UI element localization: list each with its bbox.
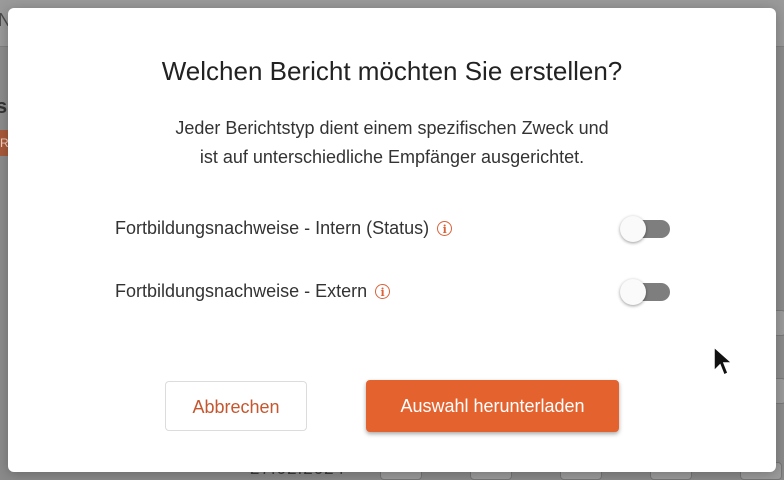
toggle-knob bbox=[620, 279, 646, 305]
report-dialog: Welchen Bericht möchten Sie erstellen? J… bbox=[8, 8, 776, 472]
cancel-button[interactable]: Abbrechen bbox=[165, 381, 307, 431]
toggle-intern[interactable] bbox=[620, 216, 670, 242]
background-text-fragment: s bbox=[0, 96, 8, 118]
info-icon[interactable]: i bbox=[437, 221, 453, 236]
report-option-label: Fortbildungsnachweise - Intern (Status) i bbox=[115, 218, 453, 239]
toggle-extern[interactable] bbox=[620, 279, 670, 305]
dialog-title: Welchen Bericht möchten Sie erstellen? bbox=[161, 56, 623, 86]
report-option-intern: Fortbildungsnachweise - Intern (Status) i bbox=[115, 212, 670, 244]
report-option-text: Fortbildungsnachweise - Intern (Status) bbox=[115, 218, 430, 238]
report-option-label: Fortbildungsnachweise - Extern i bbox=[115, 281, 391, 302]
toggle-knob bbox=[620, 216, 646, 242]
report-option-extern: Fortbildungsnachweise - Extern i bbox=[115, 275, 670, 307]
dialog-subtitle-line: ist auf unterschiedliche Empfänger ausge… bbox=[199, 147, 585, 167]
download-selection-button[interactable]: Auswahl herunterladen bbox=[366, 380, 619, 432]
report-option-text: Fortbildungsnachweise - Extern bbox=[115, 281, 368, 301]
dialog-subtitle: Jeder Berichtstyp dient einem spezifisch… bbox=[8, 114, 776, 172]
info-icon[interactable]: i bbox=[375, 284, 391, 299]
mouse-cursor-icon bbox=[713, 346, 734, 377]
dialog-subtitle-line: Jeder Berichtstyp dient einem spezifisch… bbox=[175, 118, 609, 138]
